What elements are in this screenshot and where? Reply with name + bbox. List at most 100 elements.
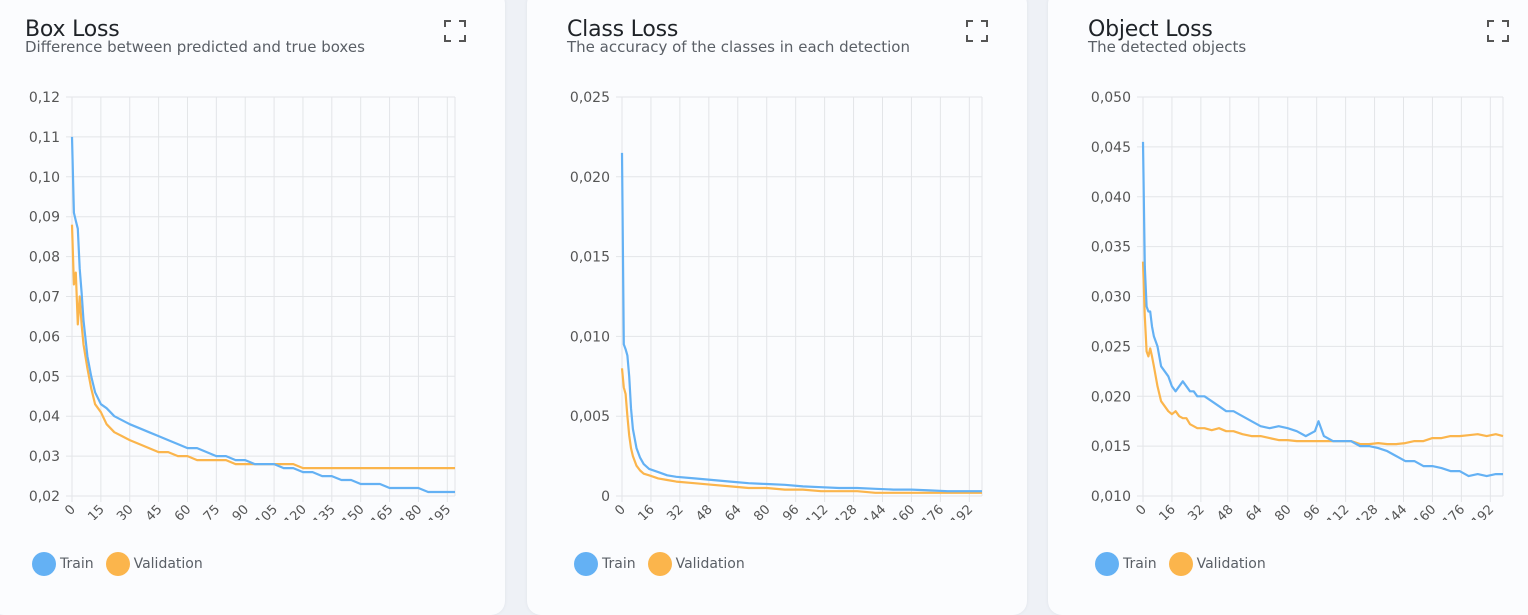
y-tick-label: 0,09 [29, 210, 60, 226]
legend-item-train[interactable]: Train [32, 552, 94, 576]
x-tick-label: 64 [722, 502, 744, 520]
y-tick-label: 0,015 [570, 250, 610, 266]
y-tick-label: 0,03 [29, 449, 60, 465]
x-tick-label: 80 [1272, 502, 1294, 520]
chart-subtitle: The accuracy of the classes in each dete… [567, 38, 910, 56]
legend-marker-validation [1168, 552, 1193, 576]
y-tick-label: 0,005 [570, 409, 610, 425]
y-tick-label: 0,010 [1091, 489, 1131, 505]
x-tick-label: 112 [1324, 502, 1352, 520]
x-tick-label: 180 [397, 502, 425, 520]
x-tick-label: 15 [85, 502, 107, 520]
x-tick-label: 165 [368, 502, 396, 520]
y-tick-label: 0,06 [29, 329, 60, 345]
legend-marker-validation [647, 552, 672, 576]
x-tick-label: 150 [339, 502, 367, 520]
x-tick-label: 48 [693, 502, 715, 520]
x-tick-label: 32 [1185, 502, 1207, 520]
chart-legend: Train Validation [32, 552, 215, 576]
legend-marker-train [32, 552, 56, 576]
series-line-train[interactable] [1141, 141, 1503, 478]
series-line-validation[interactable] [620, 368, 982, 494]
legend-item-validation[interactable]: Validation [105, 552, 203, 576]
chart-legend: Train Validation [1095, 552, 1278, 576]
x-tick-label: 32 [664, 502, 686, 520]
x-tick-label: 64 [1243, 502, 1265, 520]
legend-item-validation[interactable]: Validation [647, 552, 745, 576]
y-tick-label: 0,040 [1091, 190, 1131, 206]
y-tick-label: 0,02 [29, 489, 60, 505]
legend-marker-train [1095, 552, 1119, 576]
chart-card-box-loss: Box Loss Difference between predicted an… [0, 0, 505, 615]
chart-card-class-loss: Class Loss The accuracy of the classes i… [527, 0, 1027, 615]
legend-item-train[interactable]: Train [574, 552, 636, 576]
y-tick-label: 0,035 [1091, 240, 1131, 256]
expand-icon[interactable] [1487, 20, 1509, 42]
x-tick-label: 176 [1440, 502, 1468, 520]
y-tick-label: 0,015 [1091, 439, 1131, 455]
y-tick-label: 0,05 [29, 369, 60, 385]
y-tick-label: 0,08 [29, 250, 60, 266]
y-tick-label: 0,050 [1091, 90, 1131, 106]
expand-icon[interactable] [444, 20, 466, 42]
x-tick-label: 144 [1382, 502, 1410, 520]
x-tick-label: 195 [426, 502, 454, 520]
y-tick-label: 0,025 [570, 90, 610, 106]
x-tick-label: 112 [803, 502, 831, 520]
legend-label: Train [602, 556, 636, 572]
x-tick-label: 80 [751, 502, 773, 520]
chart-card-object-loss: Object Loss The detected objects 0,010 0,… [1048, 0, 1528, 615]
expand-icon[interactable] [966, 20, 988, 42]
x-tick-label: 60 [172, 502, 194, 520]
x-tick-label: 48 [1214, 502, 1236, 520]
x-tick-label: 16 [1156, 502, 1178, 520]
y-tick-label: 0,045 [1091, 140, 1131, 156]
y-tick-label: 0,025 [1091, 339, 1131, 355]
x-tick-label: 16 [635, 502, 657, 520]
series-line-train[interactable] [620, 152, 982, 493]
y-tick-label: 0,030 [1091, 290, 1131, 306]
chart-legend: Train Validation [574, 552, 757, 576]
x-tick-label: 0 [612, 502, 628, 518]
y-tick-label: 0,04 [29, 409, 60, 425]
y-tick-label: 0,020 [1091, 389, 1131, 405]
x-tick-label: 128 [832, 502, 860, 520]
chart-subtitle: Difference between predicted and true bo… [25, 38, 365, 56]
y-tick-label: 0,11 [29, 130, 60, 146]
series-line-validation[interactable] [1141, 261, 1504, 446]
x-tick-label: 120 [282, 502, 310, 520]
legend-item-train[interactable]: Train [1095, 552, 1157, 576]
y-tick-label: 0,07 [29, 290, 60, 306]
x-tick-label: 135 [310, 502, 338, 520]
x-tick-label: 30 [114, 502, 136, 520]
legend-label: Validation [1196, 556, 1266, 572]
y-tick-label: 0,020 [570, 170, 610, 186]
legend-label: Train [1123, 556, 1157, 572]
y-tick-label: 0,12 [29, 90, 60, 106]
chart-subtitle: The detected objects [1088, 38, 1247, 56]
y-tick-label: 0,10 [29, 170, 60, 186]
x-tick-label: 128 [1353, 502, 1381, 520]
legend-label: Validation [133, 556, 203, 572]
legend-marker-train [574, 552, 598, 576]
x-tick-label: 0 [1133, 502, 1149, 518]
legend-item-validation[interactable]: Validation [1168, 552, 1266, 576]
x-tick-label: 90 [230, 502, 252, 520]
object-loss-chart: 0,010 0,015 0,020 0,025 0,030 0,035 0,040 0,045… [1091, 90, 1504, 520]
box-loss-chart: 0,02 0,03 0,04 0,05 0,06 0,07 0,08 0,09 0,10 0,11… [29, 90, 456, 520]
x-tick-label: 144 [861, 502, 889, 520]
legend-label: Validation [675, 556, 745, 572]
x-tick-label: 45 [143, 502, 165, 520]
x-tick-label: 75 [201, 502, 223, 520]
x-tick-label: 192 [1469, 502, 1497, 520]
legend-label: Train [60, 556, 94, 572]
x-tick-label: 0 [62, 502, 78, 518]
y-tick-label: 0,010 [570, 329, 610, 345]
x-tick-label: 176 [919, 502, 947, 520]
class-loss-chart: 00,0050,0100,0150,0200,0250 16 32 48 64 80 96 1… [570, 90, 983, 520]
legend-marker-validation [105, 552, 130, 576]
x-tick-label: 105 [253, 502, 281, 520]
x-tick-label: 160 [890, 502, 918, 520]
y-tick-label: 0 [601, 489, 610, 505]
x-tick-label: 96 [1301, 502, 1323, 520]
